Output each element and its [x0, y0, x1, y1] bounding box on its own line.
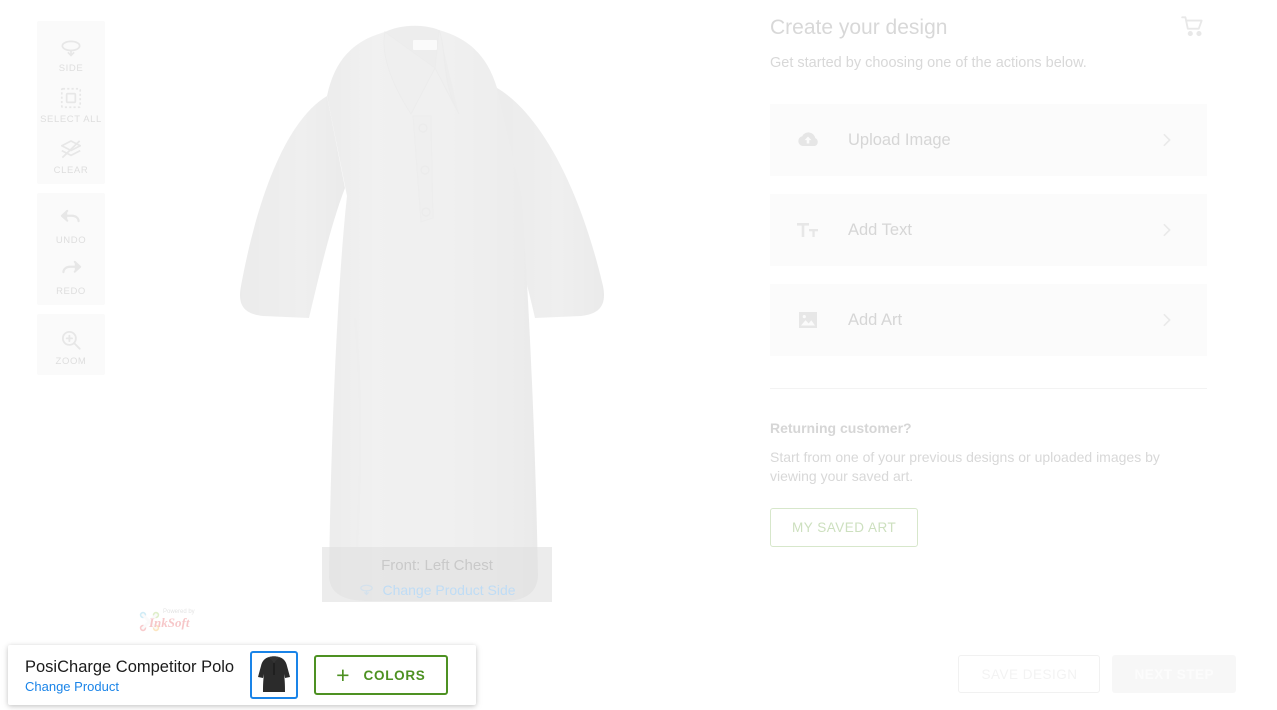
clear-layers-icon: [58, 136, 84, 162]
change-product-link[interactable]: Change Product: [25, 679, 234, 694]
product-info: PosiCharge Competitor Polo Change Produc…: [25, 657, 234, 694]
save-design-button[interactable]: SAVE DESIGN: [958, 655, 1101, 693]
product-color-swatch[interactable]: [250, 651, 299, 699]
colors-button[interactable]: + COLORS: [314, 655, 448, 695]
page-title: Create your design: [770, 16, 948, 39]
change-product-side-button[interactable]: Change Product Side: [322, 581, 552, 598]
design-area-overlay[interactable]: Front: Left Chest Change Product Side: [322, 547, 552, 602]
tool-clear-label: CLEAR: [53, 165, 89, 176]
toolbar-group-history: UNDO REDO: [37, 193, 105, 305]
powered-by-inksoft-watermark: Powered by InkSoft: [137, 604, 217, 634]
upload-image-label: Upload Image: [848, 130, 951, 149]
tool-zoom-button[interactable]: ZOOM: [37, 320, 105, 371]
design-studio-app: SIDE SELECT ALL CLEAR UNDO REDO ZOOM Fro…: [0, 0, 1277, 710]
tool-side-label: SIDE: [58, 63, 84, 74]
toolbar-group-edit: SIDE SELECT ALL CLEAR: [37, 21, 105, 184]
tool-redo-button[interactable]: REDO: [37, 250, 105, 301]
returning-customer-body: Start from one of your previous designs …: [770, 449, 1160, 484]
undo-arrow-icon: [58, 206, 84, 232]
toolbar-group-view: ZOOM: [37, 314, 105, 375]
next-step-button[interactable]: NEXT STEP: [1112, 655, 1236, 693]
add-art-card[interactable]: Add Art: [770, 284, 1207, 356]
colors-button-label: COLORS: [363, 667, 426, 683]
tool-undo-button[interactable]: UNDO: [37, 199, 105, 250]
chevron-right-icon: [1159, 222, 1175, 238]
product-canvas[interactable]: Front: Left Chest Change Product Side Po…: [115, 0, 765, 640]
svg-text:InkSoft: InkSoft: [148, 615, 190, 630]
tool-undo-label: UNDO: [55, 235, 87, 246]
panel-divider: [770, 388, 1207, 389]
add-text-card[interactable]: Add Text: [770, 194, 1207, 266]
left-toolbar: SIDE SELECT ALL CLEAR UNDO REDO ZOOM: [37, 21, 105, 384]
my-saved-art-button[interactable]: MY SAVED ART: [770, 508, 919, 547]
returning-customer-section: Returning customer? Start from one of yo…: [770, 420, 1207, 547]
plus-icon: +: [336, 661, 350, 688]
image-art-icon: [796, 308, 820, 332]
change-product-side-label: Change Product Side: [382, 581, 516, 598]
tool-clear-button[interactable]: CLEAR: [37, 129, 105, 180]
tool-zoom-label: ZOOM: [55, 356, 87, 367]
design-area-label: Front: Left Chest: [381, 557, 493, 574]
bottom-action-buttons: SAVE DESIGN NEXT STEP: [958, 655, 1236, 693]
product-preview-polo: [235, 18, 635, 608]
add-text-label: Add Text: [848, 220, 912, 239]
tool-side-button[interactable]: SIDE: [37, 27, 105, 78]
tool-redo-label: REDO: [56, 286, 86, 297]
upload-image-card[interactable]: Upload Image: [770, 104, 1207, 176]
page-subtitle: Get started by choosing one of the actio…: [770, 55, 1087, 71]
rotate-side-icon: [358, 581, 375, 598]
tool-select-all-button[interactable]: SELECT ALL: [37, 78, 105, 129]
cloud-upload-icon: [796, 128, 820, 152]
select-all-icon: [58, 85, 84, 111]
create-design-panel: Create your design Get started by choosi…: [770, 0, 1210, 71]
chevron-right-icon: [1159, 132, 1175, 148]
shopping-cart-icon[interactable]: [1180, 13, 1206, 39]
redo-arrow-icon: [58, 257, 84, 283]
product-name: PosiCharge Competitor Polo: [25, 657, 235, 676]
zoom-in-magnifier-icon: [58, 327, 84, 353]
returning-customer-title: Returning customer?: [770, 420, 912, 436]
chevron-right-icon: [1159, 312, 1175, 328]
tool-select-all-label: SELECT ALL: [40, 114, 102, 125]
rotate-side-icon: [58, 34, 84, 60]
product-bar: PosiCharge Competitor Polo Change Produc…: [8, 645, 476, 705]
add-art-label: Add Art: [848, 310, 903, 329]
text-format-icon: [796, 218, 820, 242]
action-card-list: Upload Image Add Text Add Art: [770, 104, 1207, 374]
